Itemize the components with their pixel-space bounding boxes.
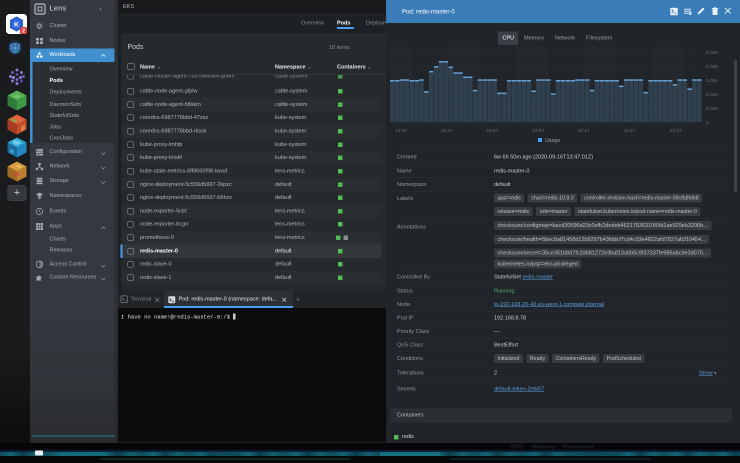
svg-text:22:27: 22:27 xyxy=(623,128,635,134)
svg-text:21:37: 21:37 xyxy=(395,128,407,134)
svg-text:22:37: 22:37 xyxy=(670,128,682,134)
svg-text:K: K xyxy=(14,21,19,28)
svg-text:0.002: 0.002 xyxy=(706,106,718,112)
svg-text:21:47: 21:47 xyxy=(441,128,453,134)
svg-text:0.004: 0.004 xyxy=(706,92,718,98)
svg-text:22:17: 22:17 xyxy=(578,128,590,134)
svg-text:0.008: 0.008 xyxy=(706,64,718,70)
svg-text:22:07: 22:07 xyxy=(532,128,544,134)
svg-text:21:57: 21:57 xyxy=(486,128,498,134)
svg-text:0.010: 0.010 xyxy=(706,50,718,56)
svg-text:0.006: 0.006 xyxy=(706,78,718,84)
svg-text:2: 2 xyxy=(22,29,25,35)
svg-text:0: 0 xyxy=(706,120,709,126)
svg-text:Usage: Usage xyxy=(545,138,560,144)
